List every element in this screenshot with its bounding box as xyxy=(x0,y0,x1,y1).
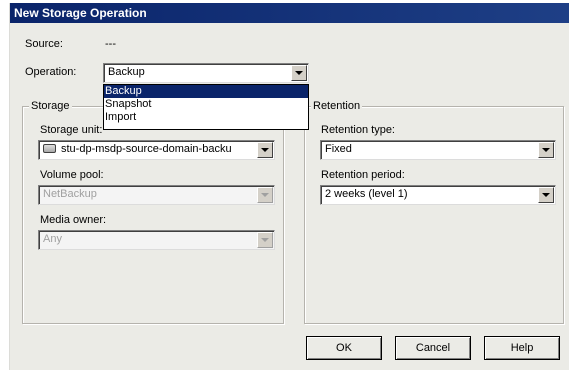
storage-unit-select[interactable]: stu-dp-msdp-source-domain-backu xyxy=(38,140,275,160)
source-label: Source: xyxy=(25,38,63,50)
storage-group-title: Storage xyxy=(29,100,72,112)
storage-unit-label: Storage unit: xyxy=(40,124,103,136)
operation-dropdown-arrow[interactable] xyxy=(291,65,307,81)
chevron-down-icon xyxy=(261,193,269,197)
help-button[interactable]: Help xyxy=(484,336,560,360)
volume-pool-select[interactable]: NetBackup xyxy=(38,185,275,205)
retention-type-dropdown-arrow[interactable] xyxy=(538,142,554,158)
retention-type-label: Retention type: xyxy=(321,124,395,136)
chevron-down-icon xyxy=(542,148,550,152)
chevron-down-icon xyxy=(542,193,550,197)
media-owner-select[interactable]: Any xyxy=(38,230,275,250)
retention-period-value: 2 weeks (level 1) xyxy=(325,188,408,200)
dialog-title: New Storage Operation xyxy=(10,3,569,23)
source-value: --- xyxy=(105,38,116,50)
retention-type-value: Fixed xyxy=(325,143,352,155)
retention-group: Retention xyxy=(304,100,564,324)
ok-button[interactable]: OK xyxy=(306,336,382,360)
retention-period-select[interactable]: 2 weeks (level 1) xyxy=(320,185,556,205)
media-owner-dropdown-arrow[interactable] xyxy=(257,232,273,248)
retention-period-dropdown-arrow[interactable] xyxy=(538,187,554,203)
operation-option-import[interactable]: Import xyxy=(104,111,308,124)
retention-type-select[interactable]: Fixed xyxy=(320,140,556,160)
retention-group-title: Retention xyxy=(311,100,363,112)
volume-pool-label: Volume pool: xyxy=(40,169,104,181)
media-owner-label: Media owner: xyxy=(40,214,107,226)
operation-label: Operation: xyxy=(25,66,77,78)
drive-icon xyxy=(43,143,56,153)
operation-dropdown-list: Backup Snapshot Import xyxy=(103,84,309,130)
operation-select[interactable]: Backup xyxy=(103,63,309,83)
operation-select-value: Backup xyxy=(108,66,145,78)
cancel-button[interactable]: Cancel xyxy=(395,336,471,360)
retention-period-label: Retention period: xyxy=(321,169,405,181)
chevron-down-icon xyxy=(295,71,303,75)
storage-operation-dialog: New Storage Operation Source: --- Operat… xyxy=(9,3,569,370)
volume-pool-dropdown-arrow[interactable] xyxy=(257,187,273,203)
chevron-down-icon xyxy=(261,148,269,152)
chevron-down-icon xyxy=(261,238,269,242)
operation-option-backup[interactable]: Backup xyxy=(104,85,308,98)
operation-option-snapshot[interactable]: Snapshot xyxy=(104,98,308,111)
volume-pool-value: NetBackup xyxy=(43,188,97,200)
storage-unit-value: stu-dp-msdp-source-domain-backu xyxy=(61,143,232,155)
storage-unit-dropdown-arrow[interactable] xyxy=(257,142,273,158)
media-owner-value: Any xyxy=(43,233,62,245)
